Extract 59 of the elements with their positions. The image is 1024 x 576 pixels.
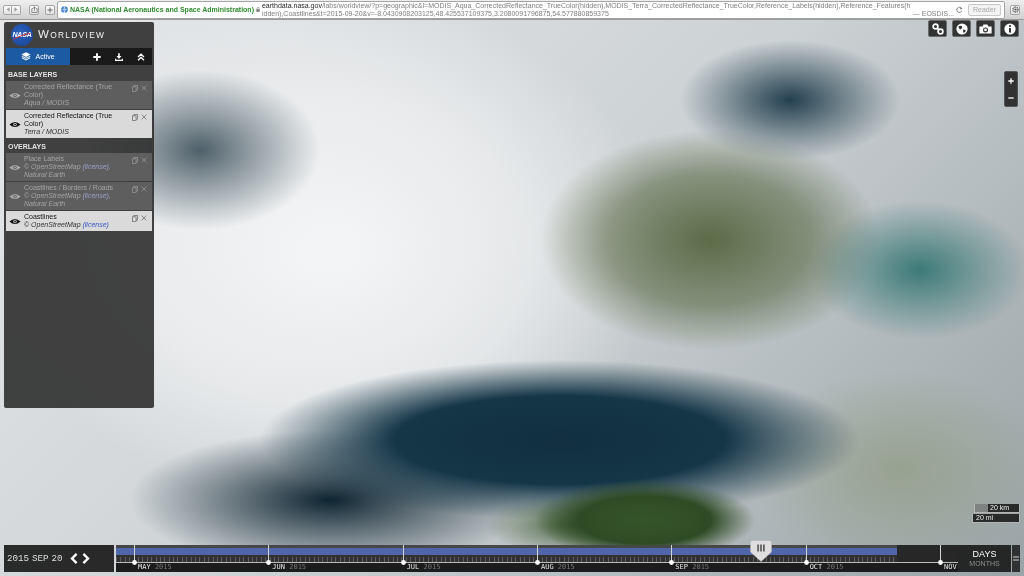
month-marker-icon: [400, 560, 406, 565]
forward-button[interactable]: [12, 4, 21, 15]
month-field[interactable]: SEP: [32, 553, 49, 564]
eye-icon[interactable]: [8, 120, 21, 128]
minus-icon: [1008, 96, 1014, 99]
next-day-button[interactable]: [81, 553, 90, 564]
document-icon[interactable]: [132, 186, 138, 193]
new-tab-button[interactable]: [45, 4, 55, 15]
close-icon[interactable]: [141, 114, 147, 120]
globe-icon: [955, 22, 968, 35]
plus-icon: [47, 6, 53, 13]
month-marker-icon: [803, 560, 809, 565]
month-marker-icon: [132, 560, 137, 565]
document-icon[interactable]: [132, 157, 138, 164]
chevron-left-icon: [69, 553, 78, 564]
gear-icon: [1011, 6, 1019, 13]
menu-button[interactable]: [1012, 545, 1020, 572]
chevron-right-icon: [81, 553, 90, 564]
address-field[interactable]: [57, 0, 1005, 19]
month-marker-icon: [938, 560, 943, 565]
globe-icon: [61, 6, 68, 13]
chevrons-up-icon: [137, 52, 145, 61]
layers-icon: [21, 52, 32, 61]
menu-icon: [1013, 556, 1019, 561]
link-button[interactable]: [928, 20, 947, 37]
close-icon[interactable]: [141, 157, 147, 163]
link-icon: [931, 22, 944, 35]
previous-day-button[interactable]: [69, 553, 78, 564]
document-icon[interactable]: [132, 215, 138, 222]
share-button[interactable]: [29, 4, 39, 15]
triangle-left-icon: [5, 7, 10, 12]
close-icon[interactable]: [141, 85, 147, 91]
day-field[interactable]: 20: [51, 553, 63, 564]
month-marker-icon: [669, 560, 675, 565]
info-icon: [1003, 22, 1016, 35]
download-icon: [115, 52, 123, 61]
settings-button[interactable]: [1010, 4, 1020, 15]
triangle-right-icon: [14, 7, 18, 12]
month-marker-icon: [535, 560, 540, 565]
eye-icon[interactable]: [8, 217, 21, 225]
close-icon[interactable]: [141, 215, 147, 221]
month-marker-icon: [266, 560, 272, 565]
grip-icon: [757, 544, 765, 552]
lock-icon: [255, 7, 260, 12]
reload-icon[interactable]: [956, 6, 964, 13]
app-title: WORLDVIEW: [38, 29, 106, 41]
camera-icon: [979, 23, 992, 34]
plus-icon: [1008, 77, 1014, 84]
plus-icon: [93, 52, 101, 61]
timeline-handle[interactable]: [749, 540, 772, 562]
zoom-level-button[interactable]: DAYS: [972, 550, 997, 559]
close-icon[interactable]: [141, 186, 147, 192]
year-field[interactable]: 2015: [7, 553, 30, 564]
share-icon: [30, 6, 38, 13]
info-button[interactable]: [1000, 20, 1019, 37]
projection-button[interactable]: [952, 20, 971, 37]
document-icon[interactable]: [132, 114, 138, 121]
snapshot-button[interactable]: [976, 20, 995, 37]
document-icon[interactable]: [132, 85, 138, 92]
